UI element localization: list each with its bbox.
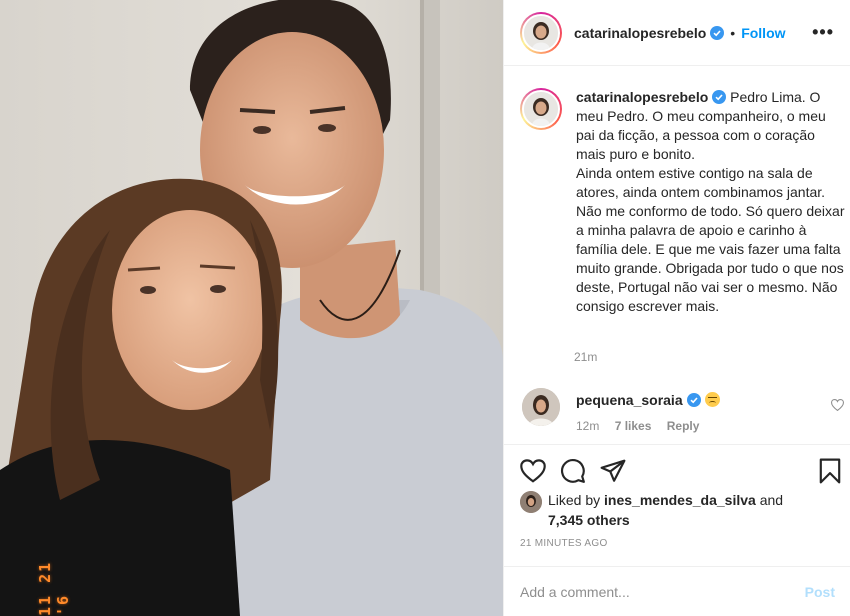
verified-icon <box>686 393 701 407</box>
commenter-username[interactable]: pequena_soraia <box>576 392 683 408</box>
author-username[interactable]: catarinalopesrebelo <box>574 25 706 41</box>
photo-illustration <box>0 0 503 616</box>
post-caption: catarinalopesrebelo Pedro Lima. O meu Pe… <box>520 88 845 316</box>
comment-meta: 12m 7 likes Reply <box>576 419 720 433</box>
liker-avatar[interactable] <box>520 491 542 513</box>
share-icon <box>600 459 626 482</box>
caption-username[interactable]: catarinalopesrebelo <box>576 89 708 105</box>
comment-time[interactable]: 12m <box>576 419 599 433</box>
liked-by-and: and <box>759 492 784 508</box>
comment-button[interactable] <box>560 451 600 491</box>
likes-summary: Liked by ines_mendes_da_silva and 7,345 … <box>520 490 783 530</box>
commenter-avatar[interactable] <box>522 388 560 426</box>
comment-item: pequena_soraia 12m 7 likes Reply <box>520 388 850 433</box>
save-button[interactable] <box>819 451 843 491</box>
photo-date-stamp: 11 21 '6 <box>36 560 72 616</box>
more-options-icon[interactable]: ••• <box>812 22 834 43</box>
bookmark-icon <box>819 458 841 484</box>
liker-username[interactable]: ines_mendes_da_silva <box>604 492 756 508</box>
comment-like-heart-icon[interactable] <box>831 399 844 411</box>
post-header: catarinalopesrebelo • Follow ••• <box>504 0 850 66</box>
likes-others-count[interactable]: 7,345 others <box>548 512 630 528</box>
instagram-post: 11 21 '6 catarinalopesrebelo • Follow ••… <box>0 0 850 616</box>
follow-button[interactable]: Follow <box>741 25 785 41</box>
author-avatar[interactable] <box>522 13 560 52</box>
caption-text-continued: Ainda ontem estive contigo na sala de at… <box>576 165 845 314</box>
add-comment-bar: Post <box>504 566 850 616</box>
caption-avatar[interactable] <box>522 90 560 128</box>
like-button[interactable] <box>520 451 560 491</box>
caption-avatar-ring[interactable] <box>520 88 562 130</box>
author-avatar-ring[interactable] <box>520 11 562 54</box>
post-side-panel: catarinalopesrebelo • Follow ••• catarin… <box>503 0 850 616</box>
liked-by-prefix: Liked by <box>548 492 601 508</box>
post-time-ago[interactable]: 21 MINUTES AGO <box>520 538 608 549</box>
caption-text-block: catarinalopesrebelo Pedro Lima. O meu Pe… <box>576 88 845 316</box>
reply-button[interactable]: Reply <box>667 419 700 433</box>
post-photo[interactable]: 11 21 '6 <box>0 0 503 616</box>
header-separator: • <box>730 24 736 41</box>
pensive-face-icon <box>704 392 720 407</box>
verified-icon <box>712 90 727 104</box>
comment-likes[interactable]: 7 likes <box>615 419 652 433</box>
verified-icon <box>710 25 725 40</box>
share-button[interactable] <box>600 451 640 491</box>
post-comment-button[interactable]: Post <box>805 584 835 600</box>
comment-icon <box>561 459 585 483</box>
caption-timestamp[interactable]: 21m <box>574 350 597 364</box>
heart-icon <box>520 459 546 483</box>
comment-input[interactable] <box>520 583 805 600</box>
